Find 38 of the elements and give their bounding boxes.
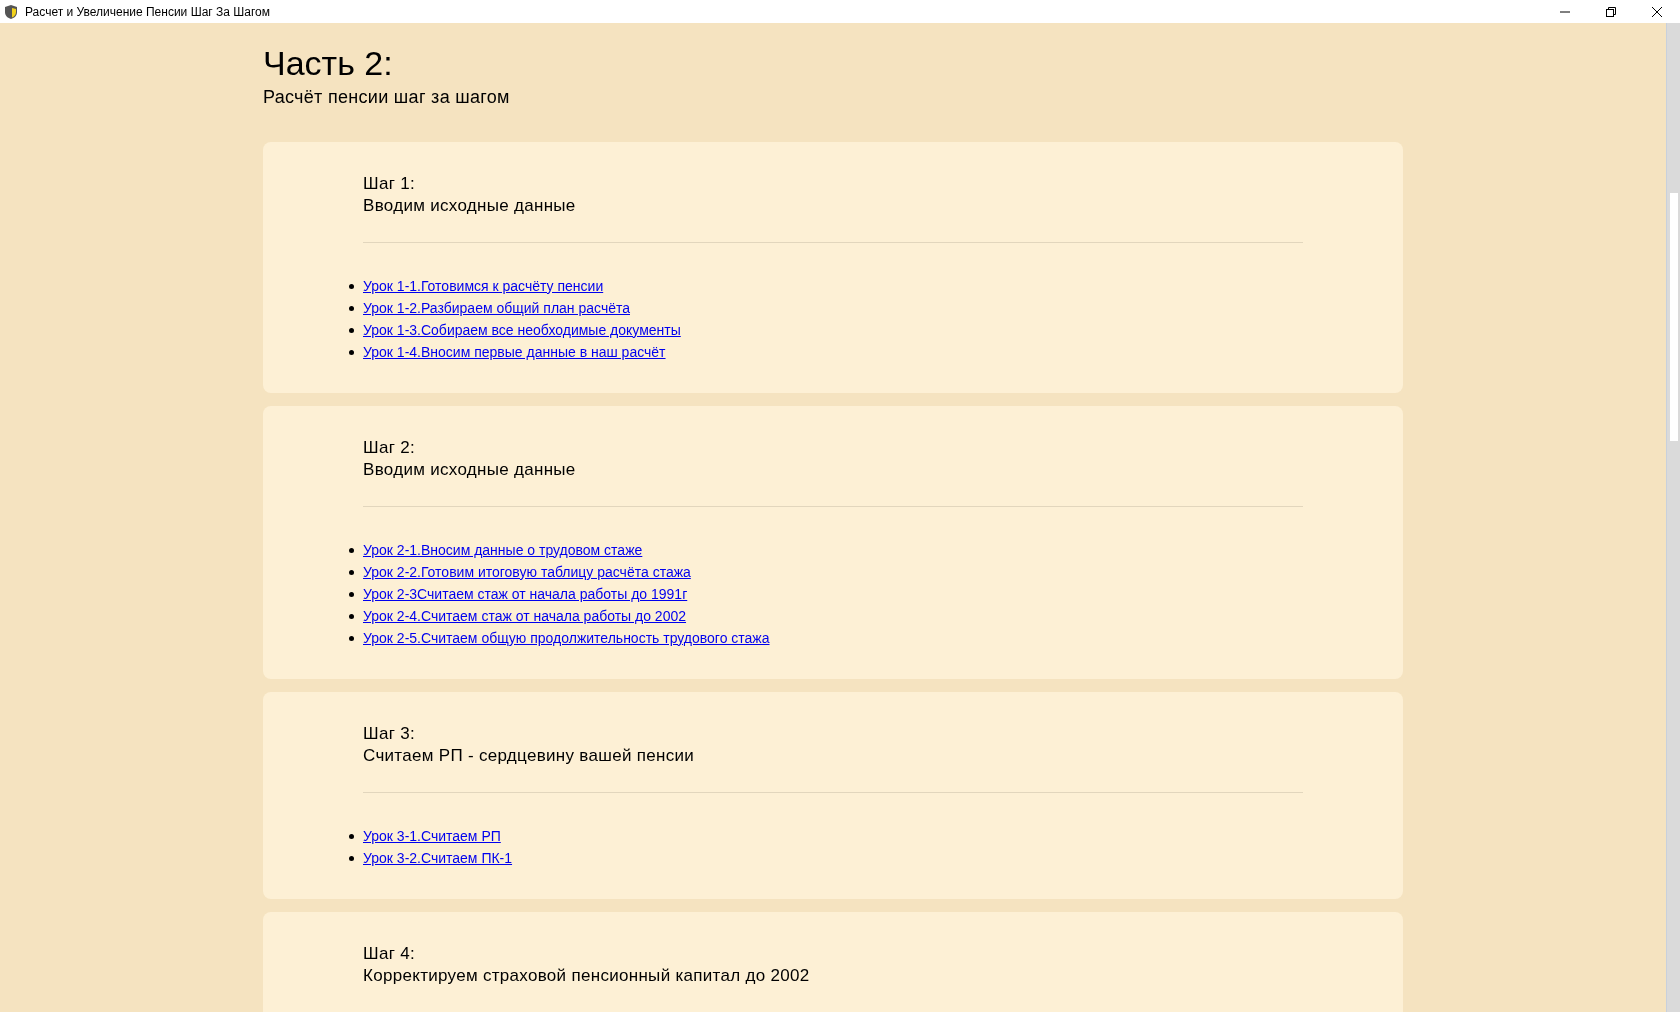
lesson-link[interactable]: Урок 2-1.Вносим данные о трудовом стаже — [363, 539, 643, 561]
step-label: Шаг 3: — [363, 723, 416, 745]
lesson-link[interactable]: Урок 1-4.Вносим первые данные в наш расчёт — [363, 341, 666, 363]
lesson-link[interactable]: Урок 2-5.Считаем общую продолжительность трудового стажа — [363, 627, 770, 649]
lesson-link[interactable]: Урок 3-2.Считаем ПК-1 — [363, 847, 513, 869]
step-title: Корректируем страховой пенсионный капитал до 2002 — [363, 965, 811, 987]
bullet-icon — [349, 591, 354, 597]
lesson-link[interactable]: Урок 2-2.Готовим итоговую таблицу расчёта стажа — [363, 561, 691, 583]
bullet-icon — [349, 635, 354, 641]
step-title: Вводим исходные данные — [363, 459, 577, 481]
part-subtitle: Расчёт пенсии шаг за шагом — [263, 86, 511, 109]
part-heading: Часть 2: — [263, 43, 394, 84]
lesson-link[interactable]: Урок 3-1.Считаем РП — [363, 825, 501, 847]
bullet-icon — [349, 327, 354, 333]
bullet-icon — [349, 855, 354, 861]
step-label: Шаг 4: — [363, 943, 416, 965]
bullet-icon — [349, 547, 354, 553]
step-label: Шаг 1: — [363, 173, 416, 195]
bullet-icon — [349, 613, 354, 619]
bullet-icon — [349, 305, 354, 311]
window-title: Расчет и Увеличение Пенсии Шаг За Шагом — [25, 3, 270, 21]
bullet-icon — [349, 569, 354, 575]
scrollbar-thumb[interactable] — [1669, 193, 1678, 441]
scrollbar[interactable] — [1666, 23, 1680, 1012]
close-icon — [1652, 6, 1662, 17]
lesson-link[interactable]: Урок 2-3Считаем стаж от начала работы до 1991г — [363, 583, 688, 605]
shield-icon — [3, 3, 19, 20]
step-label: Шаг 2: — [363, 437, 416, 459]
bullet-icon — [349, 349, 354, 355]
step-title: Считаем РП - сердцевину вашей пенсии — [363, 745, 696, 767]
bullet-icon — [349, 833, 354, 839]
restore-icon — [1606, 6, 1616, 17]
lesson-link[interactable]: Урок 1-3.Собираем все необходимые документы — [363, 319, 681, 341]
lesson-link[interactable]: Урок 1-2.Разбираем общий план расчёта — [363, 297, 630, 319]
lesson-link[interactable]: Урок 2-4.Считаем стаж от начала работы до 2002 — [363, 605, 687, 627]
lesson-link[interactable]: Урок 1-1.Готовимся к расчёту пенсии — [363, 275, 604, 297]
step-title: Вводим исходные данные — [363, 195, 577, 217]
bullet-icon — [349, 283, 354, 289]
